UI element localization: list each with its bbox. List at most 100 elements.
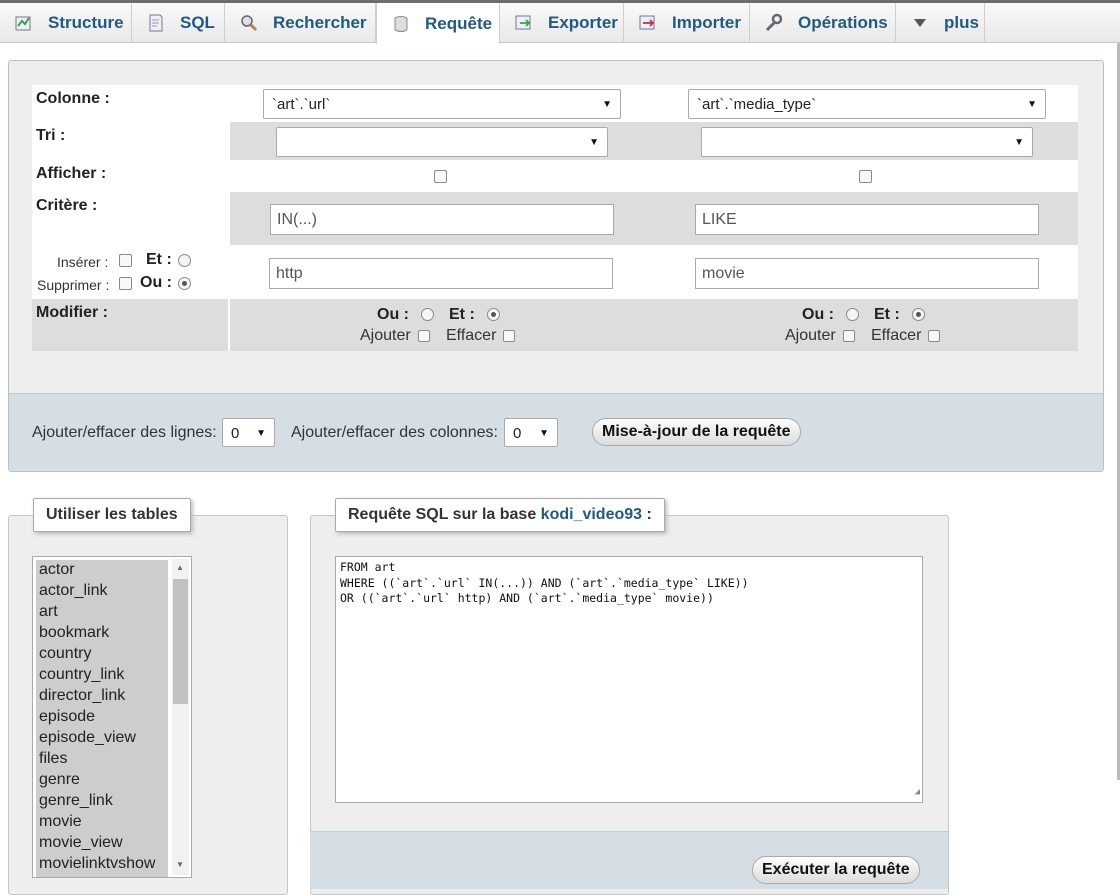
column-label: Colonne :: [32, 85, 228, 122]
delete-column-label: Effacer: [446, 327, 497, 344]
tab-operations[interactable]: Opérations: [750, 3, 896, 43]
add-column-checkbox-1[interactable]: [418, 330, 430, 342]
columns-select[interactable]: 0 ▼: [504, 418, 558, 447]
listbox-scrollbar[interactable]: ▲ ▼: [172, 559, 189, 875]
table-option[interactable]: genre_link: [36, 791, 168, 812]
update-query-button[interactable]: Mise-à-jour de la requête: [592, 418, 801, 446]
add-column-label: Ajouter: [785, 327, 836, 344]
table-option[interactable]: actor: [36, 560, 168, 581]
resize-handle-icon[interactable]: ◢: [915, 785, 920, 801]
table-option[interactable]: country_link: [36, 665, 168, 686]
tab-sql[interactable]: SQL: [132, 3, 225, 43]
dropdown-arrow-icon: ▼: [256, 428, 266, 439]
delete-column-checkbox-2[interactable]: [928, 330, 940, 342]
insert-checkbox[interactable]: [119, 254, 132, 267]
extra-criteria-input-1[interactable]: http: [269, 258, 613, 289]
divider: [228, 122, 230, 160]
tab-export[interactable]: Exporter: [500, 3, 624, 43]
execute-query-button[interactable]: Exécuter la requête: [752, 856, 920, 884]
table-option[interactable]: genre: [36, 770, 168, 791]
sort-select-1[interactable]: ▼: [276, 127, 608, 157]
rows-label: Ajouter/effacer des lignes:: [32, 424, 217, 441]
table-option[interactable]: bookmark: [36, 623, 168, 644]
table-option[interactable]: episode_view: [36, 728, 168, 749]
dropdown-arrow-icon: ▼: [1027, 99, 1037, 110]
triangle-down-icon: [908, 12, 932, 34]
delete-checkbox[interactable]: [119, 277, 132, 290]
table-option[interactable]: actor_link: [36, 581, 168, 602]
tab-query[interactable]: Requête: [376, 3, 500, 44]
rows-select[interactable]: 0 ▼: [222, 418, 275, 447]
column-select-value: `art`.`url`: [272, 96, 331, 113]
show-label: Afficher :: [32, 160, 228, 192]
show-checkbox-1[interactable]: [434, 170, 447, 183]
table-option[interactable]: musicvideo: [36, 875, 168, 877]
column-select-1[interactable]: `art`.`url` ▼: [263, 89, 621, 119]
tables-listbox[interactable]: actor actor_link art bookmark country country…: [32, 556, 192, 878]
table-option[interactable]: country: [36, 644, 168, 665]
table-option[interactable]: movielinktvshow: [36, 854, 168, 875]
sql-legend: Requête SQL sur la base kodi_video93 :: [335, 498, 665, 532]
sql-query-textarea[interactable]: FROM art WHERE ((`art`.`url` IN(...)) AN…: [335, 556, 923, 803]
export-icon: [512, 12, 536, 34]
and-label: Et :: [146, 251, 172, 268]
table-option[interactable]: episode: [36, 707, 168, 728]
column-select-2[interactable]: `art`.`media_type` ▼: [688, 89, 1046, 119]
tab-import[interactable]: Importer: [624, 3, 750, 43]
table-option[interactable]: director_link: [36, 686, 168, 707]
criteria-label: Critère :: [32, 192, 228, 245]
columns-select-value: 0: [513, 425, 522, 442]
scrollbar-thumb[interactable]: [173, 579, 188, 704]
wrench-icon: [762, 12, 786, 34]
or-label: Ou :: [140, 274, 172, 291]
extra-criteria-input-2[interactable]: movie: [695, 258, 1039, 289]
show-row: Afficher :: [32, 160, 1078, 192]
sort-label: Tri :: [32, 122, 228, 160]
scroll-down-icon[interactable]: ▼: [176, 860, 184, 869]
sql-legend-suffix: :: [646, 506, 652, 523]
sort-select-2[interactable]: ▼: [701, 127, 1033, 157]
criteria-input-2[interactable]: LIKE: [695, 204, 1039, 235]
sql-query-text: FROM art WHERE ((`art`.`url` IN(...)) AN…: [340, 560, 749, 605]
delete-label: Supprimer :: [37, 277, 110, 293]
table-option[interactable]: movie_view: [36, 833, 168, 854]
and-radio[interactable]: [178, 254, 191, 267]
tab-structure[interactable]: Structure: [0, 3, 132, 43]
sql-legend-text: Requête SQL sur la base: [348, 506, 537, 523]
modify-or-label: Ou :: [802, 306, 834, 323]
tab-label: plus: [944, 13, 979, 32]
modify-and-label: Et :: [449, 306, 475, 323]
show-checkbox-2[interactable]: [859, 170, 872, 183]
modify-label: Modifier :: [32, 299, 228, 351]
modify-or-radio-1[interactable]: [421, 308, 434, 321]
sql-icon: [144, 12, 168, 34]
tab-label: Exporter: [548, 13, 618, 32]
modify-or-label: Ou :: [377, 306, 409, 323]
modify-or-radio-2[interactable]: [846, 308, 859, 321]
table-option[interactable]: movie: [36, 812, 168, 833]
dropdown-arrow-icon: ▼: [602, 99, 612, 110]
modify-and-radio-2[interactable]: [912, 308, 925, 321]
add-column-checkbox-2[interactable]: [843, 330, 855, 342]
insert-label: Insérer :: [57, 254, 109, 270]
dropdown-arrow-icon: ▼: [1014, 137, 1024, 148]
scroll-up-icon[interactable]: ▲: [176, 563, 184, 572]
table-option[interactable]: art: [36, 602, 168, 623]
modify-and-radio-1[interactable]: [487, 308, 500, 321]
tab-label: SQL: [180, 13, 215, 32]
criteria-input-1[interactable]: IN(...): [270, 204, 614, 235]
database-name: kodi_video93: [540, 506, 643, 523]
delete-column-checkbox-1[interactable]: [503, 330, 515, 342]
tab-more[interactable]: plus: [896, 3, 985, 43]
tab-label: Requête: [425, 13, 493, 33]
tab-label: Opérations: [798, 13, 888, 32]
delete-column-label: Effacer: [871, 327, 922, 344]
table-option[interactable]: files: [36, 749, 168, 770]
query-icon: [389, 13, 413, 35]
rows-select-value: 0: [231, 425, 240, 442]
tab-search[interactable]: Rechercher: [225, 3, 376, 43]
search-icon: [237, 12, 261, 34]
tab-label: Rechercher: [273, 13, 367, 32]
tab-label: Importer: [672, 13, 741, 32]
or-radio[interactable]: [178, 277, 191, 290]
